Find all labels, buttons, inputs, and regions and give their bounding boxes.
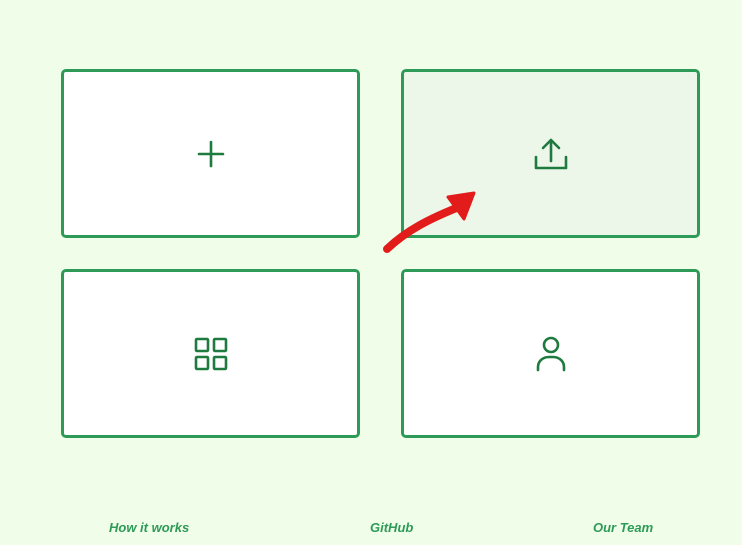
upload-card[interactable] — [401, 69, 700, 238]
user-icon — [535, 336, 567, 372]
grid-icon — [194, 337, 228, 371]
footer-link-github[interactable]: GitHub — [370, 519, 413, 537]
plus-icon — [196, 139, 226, 169]
footer-link-our-team[interactable]: Our Team — [593, 519, 653, 537]
footer-link-how-it-works[interactable]: How it works — [109, 519, 189, 537]
user-card[interactable] — [401, 269, 700, 438]
upload-icon — [534, 137, 568, 171]
create-card[interactable] — [61, 69, 360, 238]
grid-card[interactable] — [61, 269, 360, 438]
